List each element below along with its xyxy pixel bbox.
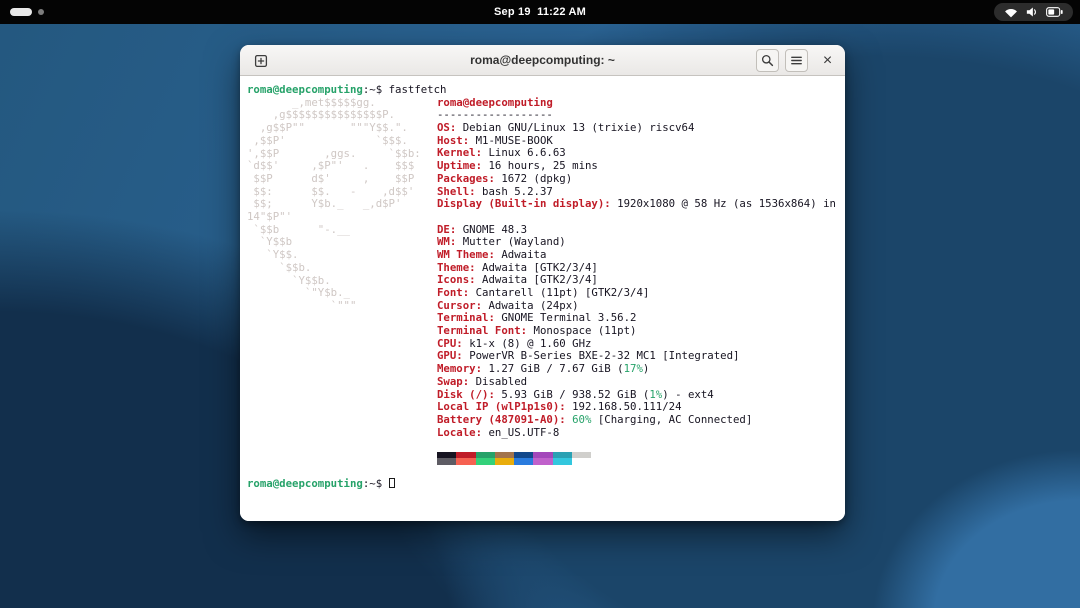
terminal-info-line: Locale: en_US.UTF-8 (437, 427, 836, 440)
window-title: roma@deepcomputing: ~ (470, 53, 615, 67)
palette-cell (456, 452, 475, 465)
search-icon (760, 53, 775, 68)
prompt-suffix: :~$ (363, 83, 389, 96)
terminal-info-line: Display (Built-in display): 1920x1080 @ … (437, 198, 836, 211)
search-button[interactable] (756, 49, 779, 72)
command-text: fastfetch (389, 83, 447, 96)
close-button[interactable]: × (816, 49, 839, 72)
terminal-window: roma@deepcomputing: ~ × roma@deepcomputi… (240, 45, 845, 521)
prompt-suffix: :~$ (363, 477, 389, 490)
ascii-art: _,met$$$$$gg. ,g$$$$$$$$$$$$$$$P. ,g$$P"… (247, 97, 421, 313)
menu-button[interactable] (785, 49, 808, 72)
new-tab-icon (253, 53, 269, 69)
battery-icon (1046, 7, 1063, 17)
wifi-icon (1004, 7, 1018, 18)
top-bar: Sep 19 11:22 AM (0, 0, 1080, 24)
palette-cell (553, 452, 572, 465)
palette-cell (572, 452, 591, 465)
color-palette (437, 452, 591, 465)
prompt-user: roma@deepcomputing (247, 477, 363, 490)
workspace-indicator-dot[interactable] (38, 9, 44, 15)
palette-cell (476, 452, 495, 465)
headerbar[interactable]: roma@deepcomputing: ~ × (240, 45, 845, 76)
fastfetch-info: roma@deepcomputing------------------OS: … (437, 97, 836, 440)
system-status-area[interactable] (994, 3, 1073, 21)
terminal-cursor (389, 478, 395, 488)
workspace-indicator-pill[interactable] (10, 8, 32, 16)
prompt-line: roma@deepcomputing:~$ (247, 478, 395, 491)
palette-cell (514, 452, 533, 465)
palette-cell (533, 452, 552, 465)
close-icon: × (823, 53, 832, 69)
hamburger-icon (789, 53, 804, 68)
prompt-user: roma@deepcomputing (247, 83, 363, 96)
command-line: roma@deepcomputing:~$ fastfetch (247, 84, 447, 97)
terminal-body[interactable]: roma@deepcomputing:~$ fastfetch _,met$$$… (240, 76, 845, 521)
new-tab-button[interactable] (249, 49, 272, 72)
palette-cell (437, 452, 456, 465)
palette-cell (495, 452, 514, 465)
volume-icon (1025, 6, 1039, 18)
clock[interactable]: Sep 19 11:22 AM (494, 6, 586, 18)
